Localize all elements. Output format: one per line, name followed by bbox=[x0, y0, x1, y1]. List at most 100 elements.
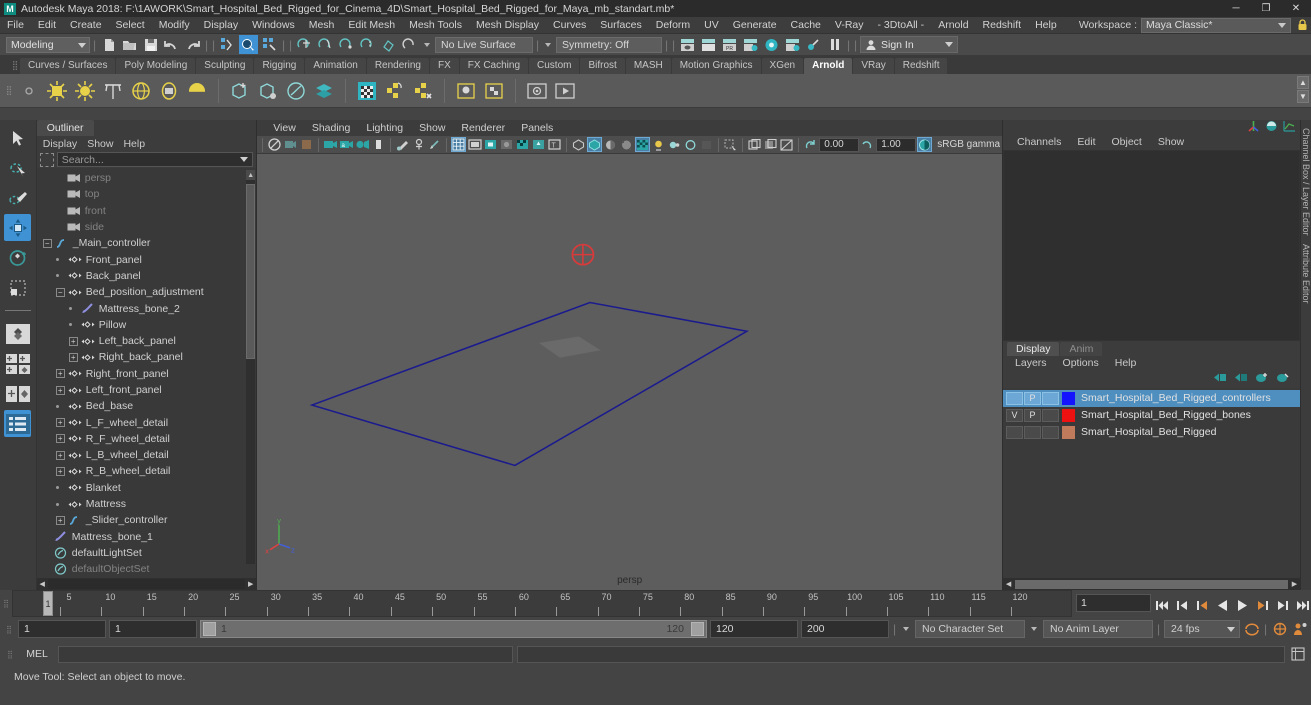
outliner-item[interactable]: Back_panel bbox=[37, 268, 256, 284]
shelf-scroll-up-icon[interactable]: ▲ bbox=[1297, 76, 1309, 89]
expand-icon[interactable]: + bbox=[55, 434, 65, 444]
menu-item-mesh-display[interactable]: Mesh Display bbox=[469, 17, 546, 34]
outliner-item[interactable]: Mattress_bone_2 bbox=[37, 300, 256, 316]
layer-color-swatch[interactable] bbox=[1062, 408, 1076, 422]
viewport-menu-renderer[interactable]: Renderer bbox=[453, 122, 513, 134]
textured-icon[interactable] bbox=[515, 137, 530, 152]
default-light-icon[interactable] bbox=[667, 137, 682, 152]
menu-item-mesh[interactable]: Mesh bbox=[302, 17, 342, 34]
scroll-left-icon[interactable]: ◀ bbox=[1003, 579, 1014, 590]
outliner-tree[interactable]: ▲ persp top front side − _Main_controller Fron… bbox=[36, 168, 257, 578]
time-slider[interactable]: 1 5 10 15 20 25 30 35 40 45 50 55 60 65 70 75 80 85 90 95 1… bbox=[12, 590, 1072, 617]
shelf-tab-bifrost[interactable]: Bifrost bbox=[580, 58, 625, 74]
shelf-tab-fx[interactable]: FX bbox=[429, 58, 459, 74]
shelf-tab-redshift[interactable]: Redshift bbox=[894, 58, 948, 74]
viewport-menu-panels[interactable]: Panels bbox=[513, 122, 561, 134]
auto-keyframe-toggle-icon[interactable] bbox=[1271, 620, 1288, 638]
collapse-icon[interactable]: − bbox=[55, 287, 65, 297]
menu-item-edit-mesh[interactable]: Edit Mesh bbox=[341, 17, 402, 34]
anim-start-time-field[interactable]: 1 bbox=[18, 620, 106, 638]
symmetry-field[interactable]: Symmetry: Off bbox=[556, 36, 662, 53]
select-by-component-icon[interactable] bbox=[260, 35, 279, 54]
menu-item-vray[interactable]: V-Ray bbox=[828, 17, 871, 34]
layer-row[interactable]: Smart_Hospital_Bed_Rigged bbox=[1003, 424, 1300, 441]
layer-playback-toggle[interactable]: P bbox=[1024, 391, 1042, 405]
arnold-standin-import-icon[interactable] bbox=[255, 78, 281, 104]
grease-pencil-icon[interactable] bbox=[371, 137, 386, 152]
outliner-tab[interactable]: Outliner bbox=[36, 120, 94, 136]
redo-icon[interactable] bbox=[183, 35, 202, 54]
arnold-point-light-icon[interactable] bbox=[72, 78, 98, 104]
marking-menu-icon[interactable] bbox=[39, 152, 54, 167]
sign-in-button[interactable]: Sign In bbox=[860, 36, 958, 53]
layer-menu-help[interactable]: Help bbox=[1107, 357, 1145, 369]
camera-attributes-icon[interactable] bbox=[283, 137, 298, 152]
menu-item-deform[interactable]: Deform bbox=[649, 17, 697, 34]
arnold-volume-icon[interactable] bbox=[283, 78, 309, 104]
xray-joints-icon[interactable] bbox=[411, 137, 426, 152]
outliner-item[interactable]: Mattress bbox=[37, 496, 256, 512]
shelf-tab-custom[interactable]: Custom bbox=[529, 58, 580, 74]
layer-row[interactable]: V P Smart_Hospital_Bed_Rigged_bones bbox=[1003, 407, 1300, 424]
range-slider-right-handle[interactable] bbox=[691, 622, 704, 636]
scrollbar-trough[interactable] bbox=[47, 579, 246, 589]
sidebar-tab-channel-box[interactable]: Channel Box / Layer Editor bbox=[1301, 128, 1311, 236]
outliner-search-input[interactable]: Search... bbox=[56, 152, 254, 167]
viewport-menu-view[interactable]: View bbox=[265, 122, 304, 134]
xray-icon[interactable] bbox=[427, 137, 442, 152]
exposure-reset-icon[interactable] bbox=[803, 137, 818, 152]
shelf-tab-motion-graphics[interactable]: Motion Graphics bbox=[671, 58, 761, 74]
step-back-frame-button[interactable] bbox=[1194, 597, 1211, 615]
range-end-time-field[interactable]: 120 bbox=[710, 620, 798, 638]
expand-icon[interactable]: + bbox=[68, 336, 78, 346]
outliner-item[interactable]: − Bed_position_adjustment bbox=[37, 284, 256, 300]
menu-item-modify[interactable]: Modify bbox=[152, 17, 197, 34]
shelf-scroll-down-icon[interactable]: ▼ bbox=[1297, 90, 1309, 103]
grid-toggle-icon[interactable] bbox=[451, 137, 467, 152]
sidebar-tab-attribute-editor[interactable]: Attribute Editor bbox=[1301, 244, 1311, 304]
select-by-hierarchy-icon[interactable] bbox=[218, 35, 237, 54]
shelf-tab-rigging[interactable]: Rigging bbox=[254, 58, 305, 74]
attribute-editor-icon[interactable] bbox=[1265, 120, 1278, 135]
outliner-item[interactable]: + R_B_wheel_detail bbox=[37, 463, 256, 479]
channel-menu-edit[interactable]: Edit bbox=[1069, 136, 1103, 148]
step-back-key-button[interactable] bbox=[1174, 597, 1191, 615]
two-view-layout-icon[interactable] bbox=[4, 380, 31, 407]
expand-icon[interactable]: + bbox=[55, 466, 65, 476]
exposure-value[interactable]: 0.00 bbox=[819, 137, 860, 152]
menu-item-3dtoall[interactable]: - 3DtoAll - bbox=[871, 17, 932, 34]
menu-item-redshift[interactable]: Redshift bbox=[976, 17, 1029, 34]
shelf-tab-xgen[interactable]: XGen bbox=[761, 58, 804, 74]
open-scene-icon[interactable] bbox=[120, 35, 139, 54]
shadow-toggle-icon[interactable] bbox=[571, 137, 586, 152]
expand-icon[interactable]: + bbox=[55, 385, 65, 395]
range-slider[interactable]: 1 120 bbox=[200, 620, 707, 638]
menu-item-create[interactable]: Create bbox=[63, 17, 109, 34]
graph-editor-icon[interactable] bbox=[1283, 120, 1296, 135]
show-hide-attribute-editor-icon[interactable] bbox=[699, 35, 718, 54]
arnold-photometric-light-icon[interactable] bbox=[184, 78, 210, 104]
move-tool-icon[interactable] bbox=[4, 214, 32, 241]
character-set-field[interactable]: No Character Set bbox=[915, 620, 1025, 638]
menu-item-curves[interactable]: Curves bbox=[546, 17, 593, 34]
new-layer-icon[interactable] bbox=[1255, 372, 1269, 386]
film-gate-icon[interactable] bbox=[467, 137, 482, 152]
outliner-item[interactable]: + Left_back_panel bbox=[37, 333, 256, 349]
menu-item-select[interactable]: Select bbox=[109, 17, 152, 34]
paint-effects-icon[interactable] bbox=[395, 137, 410, 152]
outliner-item[interactable]: defaultLightSet bbox=[37, 545, 256, 561]
layer-color-swatch[interactable] bbox=[1062, 391, 1076, 405]
outliner-item[interactable]: Bed_base bbox=[37, 398, 256, 414]
smooth-shade-icon[interactable] bbox=[499, 137, 514, 152]
all-lights-icon[interactable] bbox=[683, 137, 698, 152]
shelf-icons-grip[interactable]: ⣿ bbox=[4, 78, 14, 104]
step-forward-frame-button[interactable] bbox=[1254, 597, 1271, 615]
ipr-render-icon[interactable] bbox=[762, 35, 781, 54]
pause-render-icon[interactable] bbox=[825, 35, 844, 54]
expand-icon[interactable]: + bbox=[55, 418, 65, 428]
shadow-maps-icon[interactable] bbox=[699, 137, 714, 152]
step-forward-key-button[interactable] bbox=[1274, 597, 1291, 615]
outliner-menu-help[interactable]: Help bbox=[123, 138, 145, 150]
layer-display-type-toggle[interactable] bbox=[1042, 408, 1060, 422]
workspace-dropdown[interactable]: Maya Classic* bbox=[1141, 17, 1291, 33]
